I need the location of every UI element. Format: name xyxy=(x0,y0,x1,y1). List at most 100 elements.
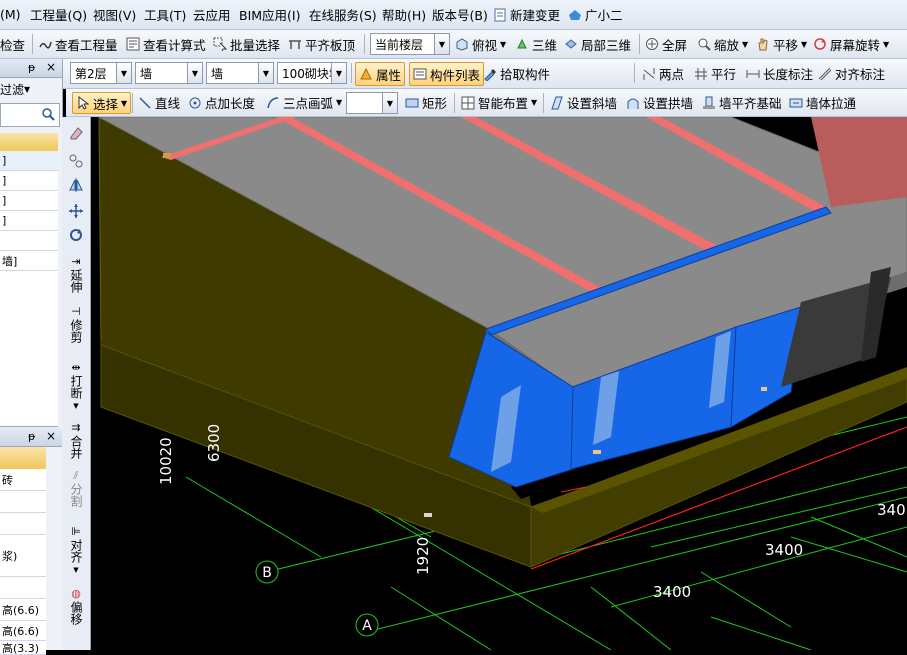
local-3d-label: 局部三维 xyxy=(581,37,632,53)
full-screen-button[interactable]: 全屏 xyxy=(645,30,687,58)
menu-item-view[interactable]: 视图(V) xyxy=(93,0,136,29)
flush-slab-button[interactable]: 平齐板顶 xyxy=(288,30,355,58)
arc-option-select[interactable]: ▼ xyxy=(346,92,398,114)
property-row[interactable]: 浆) xyxy=(0,535,46,577)
rotate-icon[interactable] xyxy=(65,227,87,246)
properties-button[interactable]: 属性 xyxy=(355,62,406,86)
align-dim-button[interactable]: 对齐标注 xyxy=(818,59,885,88)
parallel-label: 平行 xyxy=(711,67,737,82)
vertical-toolbar: ⇥ 延伸 ⊣ 修剪 ⇹ 打断 ▼ ⇉ 合并 ⫽ 分割 ⊫ 对齐 ▼ ◍ 偏移 xyxy=(62,117,91,650)
break-button[interactable]: ⇹ 打断 ▼ xyxy=(65,361,87,413)
point-length-button[interactable]: 点加长度 xyxy=(188,89,255,116)
dimension-text: 3400 xyxy=(765,541,803,559)
property-row[interactable] xyxy=(0,513,46,535)
trim-button[interactable]: ⊣ 修剪 xyxy=(65,305,87,343)
list-item[interactable]: ] xyxy=(0,171,58,191)
select-button[interactable]: 选择 ▼ xyxy=(72,92,132,114)
check-button[interactable]: 检查 xyxy=(0,30,25,58)
menu-item-new-change[interactable]: 新建变更 xyxy=(493,0,560,29)
wall-flush-base-button[interactable]: 墙平齐基础 xyxy=(702,89,782,116)
rotate-screen-button[interactable]: 屏幕旋转 ▼ xyxy=(813,30,889,58)
left-panel: ᵽ × 过滤 ▼ ] ] ] ] 墙] ᵽ × 砖 浆) 高(6.6) 高(6.6… xyxy=(0,59,63,655)
parallel-button[interactable]: 平行 xyxy=(694,59,736,88)
pick-component-button[interactable]: 拾取构件 xyxy=(483,59,550,88)
property-row[interactable]: 高(3.3) xyxy=(0,641,46,655)
three-d-button[interactable]: 三维 xyxy=(515,30,557,58)
floor-select[interactable]: 第2层 ▼ xyxy=(70,62,132,84)
local-3d-button[interactable]: 局部三维 xyxy=(564,30,631,58)
menu-item-online[interactable]: 在线服务(S) xyxy=(309,0,377,29)
separator xyxy=(543,93,544,113)
menu-label: 帮助(H) xyxy=(382,8,427,23)
pin-icon[interactable]: ᵽ xyxy=(28,61,35,74)
merge-button[interactable]: ⇉ 合并 xyxy=(65,421,87,459)
list-item[interactable]: ] xyxy=(0,151,58,171)
view-formula-label: 查看计算式 xyxy=(143,37,206,53)
offset-button[interactable]: ◍ 偏移 xyxy=(65,587,87,625)
length-dim-button[interactable]: 长度标注 xyxy=(746,59,813,88)
component-list-button[interactable]: 构件列表 xyxy=(409,62,485,86)
dropdown-arrow-icon: ▼ xyxy=(742,39,749,49)
list-item[interactable] xyxy=(0,231,58,251)
three-point-arc-button[interactable]: 三点画弧 ▼ xyxy=(266,89,342,116)
extend-button[interactable]: ⇥ 延伸 xyxy=(65,255,87,293)
set-slope-wall-button[interactable]: 设置斜墙 xyxy=(550,89,617,116)
component-list-label: 构件列表 xyxy=(430,67,481,83)
list-item[interactable]: 墙] xyxy=(0,251,58,271)
view-quantity-button[interactable]: 查看工程量 xyxy=(38,30,118,58)
mirror-icon[interactable] xyxy=(65,177,87,196)
view-formula-button[interactable]: 查看计算式 xyxy=(126,30,206,58)
close-icon[interactable]: × xyxy=(46,429,56,443)
component-name-value: 墙 xyxy=(211,66,224,81)
filter-dropdown[interactable]: 过滤 ▼ xyxy=(0,79,62,99)
property-row[interactable]: 高(6.6) xyxy=(0,621,46,641)
chevron-down-icon: ▼ xyxy=(116,63,131,83)
3d-viewport[interactable]: B A 10020 6300 1920 3400 3400 340 xyxy=(91,116,907,651)
wall-stretch-button[interactable]: 墙体拉通 xyxy=(789,89,856,116)
smart-layout-button[interactable]: 智能布置 ▼ xyxy=(461,89,537,116)
list-empty-area xyxy=(0,271,58,427)
line-button[interactable]: 直线 xyxy=(138,89,180,116)
close-icon[interactable]: × xyxy=(46,60,56,74)
set-arch-wall-button[interactable]: 设置拱墙 xyxy=(626,89,693,116)
property-row[interactable]: 砖 xyxy=(0,469,46,491)
component-name-select[interactable]: 墙 ▼ xyxy=(206,62,274,84)
property-row[interactable]: 高(6.6) xyxy=(0,599,46,621)
property-header xyxy=(0,447,46,469)
menu-item-help[interactable]: 帮助(H) xyxy=(382,0,426,29)
wall-spec-select[interactable]: 100砌块墙 ▼ xyxy=(277,62,347,84)
dropdown-arrow-icon: ▼ xyxy=(500,39,507,49)
list-item[interactable]: ] xyxy=(0,211,58,231)
component-type-select[interactable]: 墙 ▼ xyxy=(135,62,203,84)
property-value: 砖 xyxy=(2,473,13,487)
split-button[interactable]: ⫽ 分割 xyxy=(65,469,87,507)
pan-button[interactable]: 平移 ▼ xyxy=(756,30,807,58)
batch-select-button[interactable]: 批量选择 xyxy=(213,30,280,58)
copy-icon[interactable] xyxy=(65,153,87,172)
menu-item-m[interactable]: (M) xyxy=(0,0,21,29)
dropdown-arrow-icon: ▼ xyxy=(531,98,538,107)
floor-scope-select[interactable]: 当前楼层 ▼ xyxy=(370,33,450,55)
merge-icon: ⇉ xyxy=(71,421,81,434)
zoom-button[interactable]: 缩放 ▼ xyxy=(697,30,748,58)
two-point-button[interactable]: 两点 xyxy=(642,59,684,88)
menu-item-quantity[interactable]: 工程量(Q) xyxy=(30,0,87,29)
property-row[interactable] xyxy=(0,491,46,513)
zoom-icon xyxy=(697,37,711,51)
align-button[interactable]: ⊫ 对齐 ▼ xyxy=(65,525,87,577)
pin-icon[interactable]: ᵽ xyxy=(28,430,35,443)
eraser-icon[interactable] xyxy=(65,125,87,144)
menu-item-cloud[interactable]: 云应用 xyxy=(193,0,231,29)
menu-item-version[interactable]: 版本号(B) xyxy=(432,0,488,29)
menu-item-guangxiaoer[interactable]: 广小二 xyxy=(568,0,623,29)
flush-slab-label: 平齐板顶 xyxy=(305,37,356,53)
property-row[interactable] xyxy=(0,577,46,599)
marker xyxy=(761,387,767,391)
top-view-button[interactable]: 俯视 ▼ xyxy=(455,30,506,58)
menu-item-bim[interactable]: BIM应用(I) xyxy=(239,0,301,29)
rectangle-button[interactable]: 矩形 xyxy=(405,89,447,116)
list-item[interactable]: ] xyxy=(0,191,58,211)
menu-item-tools[interactable]: 工具(T) xyxy=(144,0,186,29)
move-icon[interactable] xyxy=(65,203,87,222)
search-input[interactable] xyxy=(0,103,60,127)
